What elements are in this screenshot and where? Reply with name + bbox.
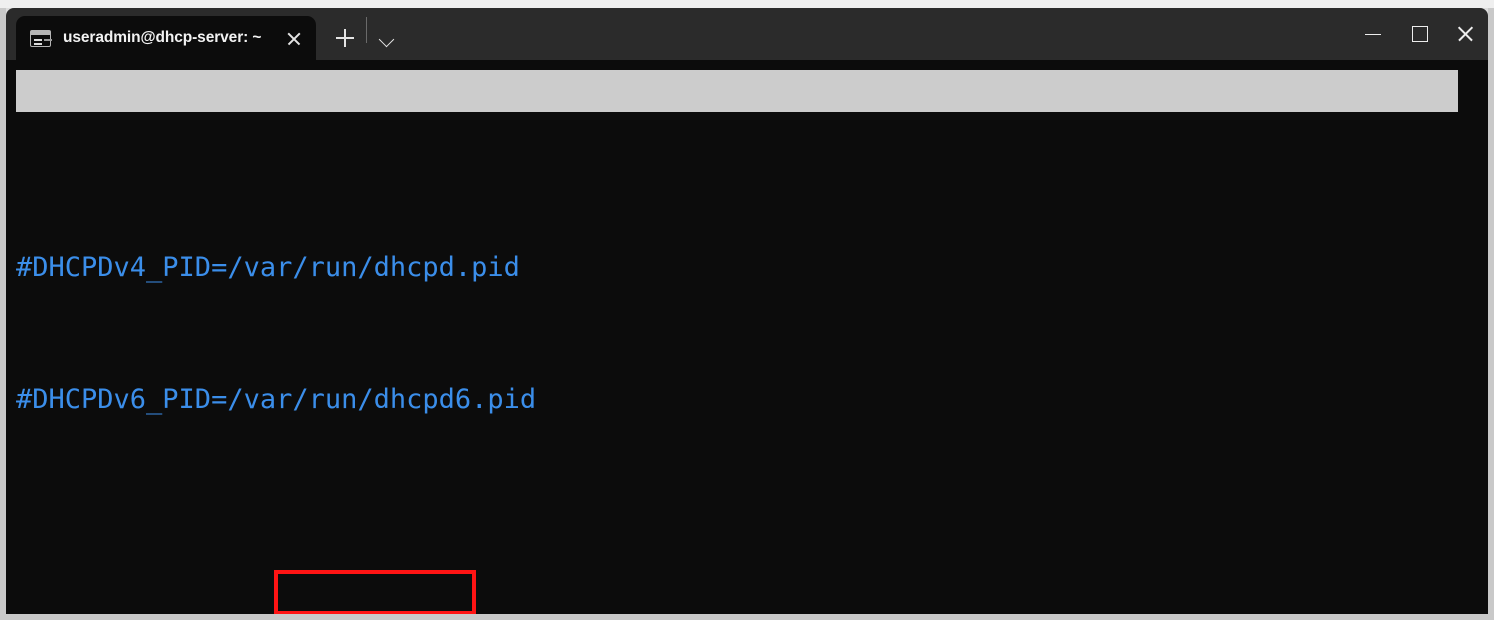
close-window-button[interactable]	[1442, 8, 1488, 60]
window-frame-top	[0, 0, 1494, 8]
tab-title: useradmin@dhcp-server: ~	[63, 29, 262, 46]
window-frame-bottom	[0, 614, 1494, 620]
nano-editor-area[interactable]: #DHCPDv4_PID=/var/run/dhcpd.pid #DHCPDv6…	[16, 114, 1486, 614]
nano-title-bar: GNU nano 5.4/etc/default/isc-dhcp-server…	[16, 70, 1458, 112]
window-frame-right	[1488, 8, 1494, 620]
terminal-content[interactable]: GNU nano 5.4/etc/default/isc-dhcp-server…	[6, 60, 1488, 614]
editor-line: #DHCPDv6_PID=/var/run/dhcpd6.pid	[16, 384, 537, 415]
maximize-button[interactable]	[1396, 8, 1442, 60]
terminal-console-icon	[30, 29, 51, 47]
editor-line-blank	[16, 510, 1486, 554]
editor-line: #DHCPDv4_PID=/var/run/dhcpd.pid	[16, 252, 520, 283]
terminal-tab[interactable]: useradmin@dhcp-server: ~	[16, 16, 316, 60]
window-controls	[1350, 8, 1488, 60]
new-tab-button[interactable]	[324, 16, 366, 60]
close-tab-icon[interactable]	[278, 22, 310, 54]
chevron-down-icon	[378, 31, 395, 48]
title-bar: useradmin@dhcp-server: ~	[6, 8, 1488, 60]
minimize-button[interactable]	[1350, 8, 1396, 60]
tab-dropdown-button[interactable]	[367, 16, 409, 60]
terminal-window: useradmin@dhcp-server: ~ GNU nano 5.4/et…	[0, 0, 1494, 620]
